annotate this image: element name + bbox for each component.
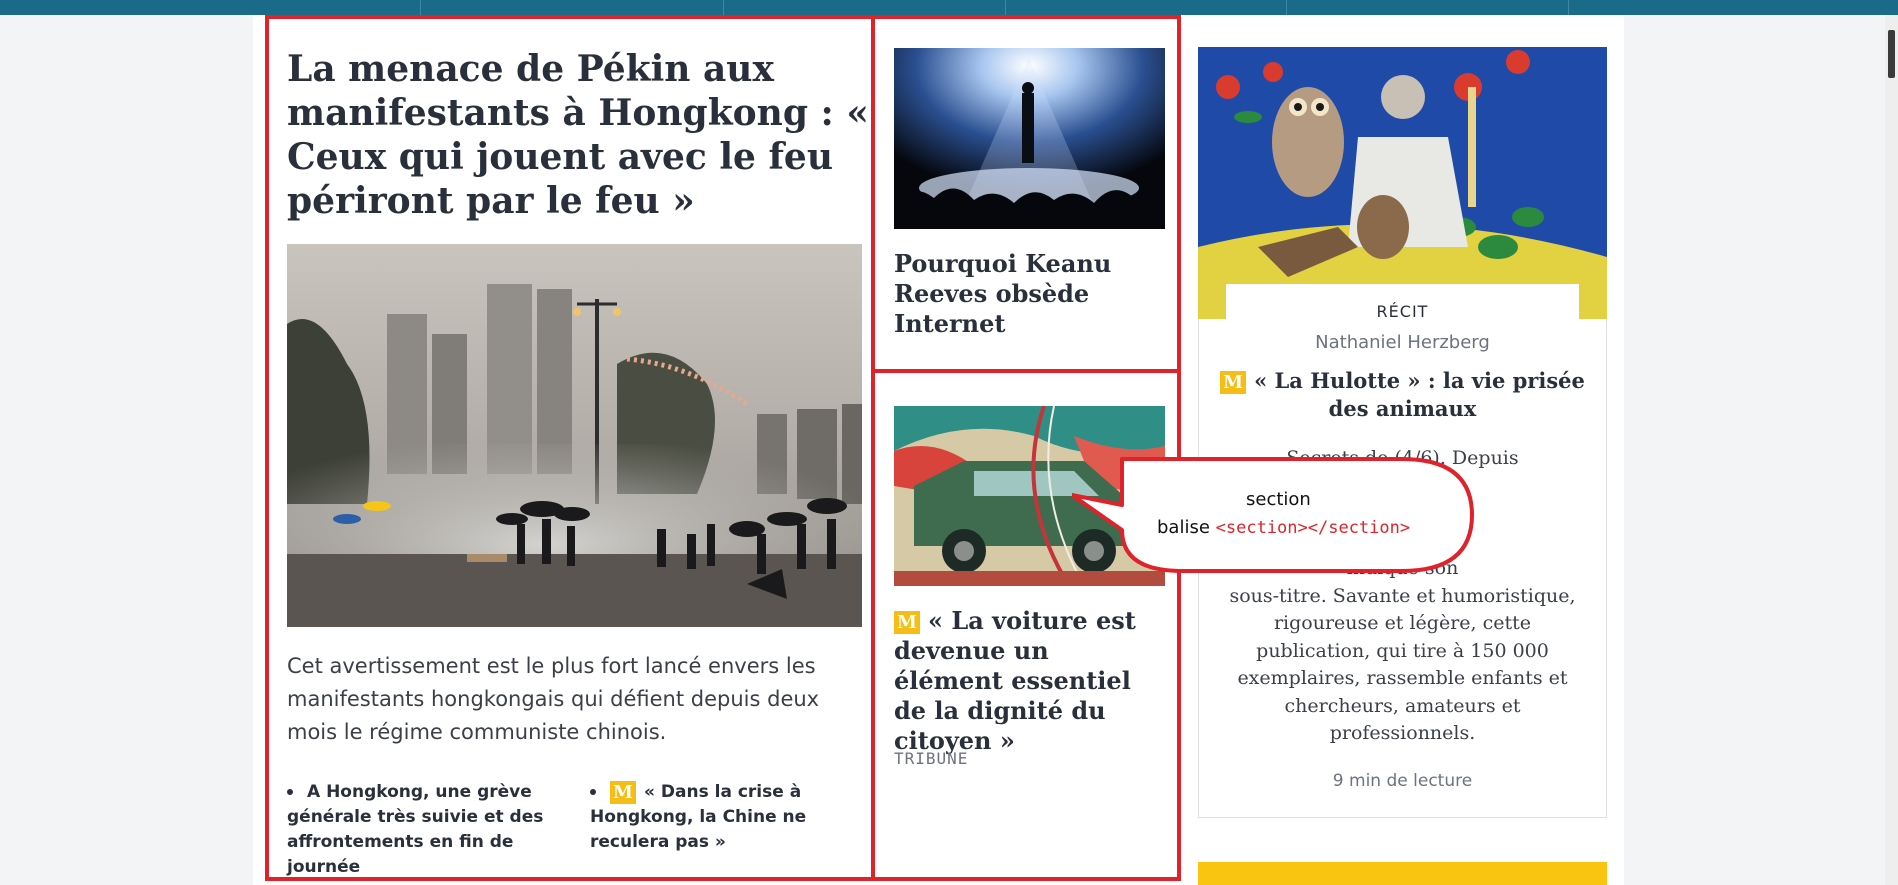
scrollbar-thumb[interactable] — [1888, 30, 1895, 78]
story-type-label: RÉCIT — [1376, 302, 1429, 321]
nav-divider — [1568, 0, 1569, 15]
le-monde-subscriber-icon: M — [1220, 371, 1247, 394]
section-outline-top-middle — [871, 15, 1181, 373]
section-outline-bottom-middle — [871, 369, 1181, 881]
story-card-title-text: « La Hulotte » : la vie prisée des anima… — [1254, 368, 1585, 421]
story-card-image[interactable] — [1198, 47, 1607, 319]
hulotte-collage-illustration — [1198, 47, 1607, 319]
summary-line: exemplaires, rassemble enfants et — [1237, 667, 1568, 689]
summary-line: rigoureuse et légère, cette — [1273, 612, 1532, 634]
scrollbar[interactable] — [1885, 15, 1898, 885]
section-outline-main — [265, 15, 875, 881]
callout-code: <section></section> — [1215, 518, 1411, 538]
story-card-title[interactable]: M « La Hulotte » : la vie prisée des anim… — [1215, 367, 1590, 423]
nav-divider — [1286, 0, 1287, 15]
story-author[interactable]: Nathaniel Herzberg — [1198, 332, 1607, 353]
summary-line: professionnels. — [1329, 722, 1476, 744]
reading-time: 9 min de lecture — [1332, 771, 1473, 791]
nav-divider — [723, 0, 724, 15]
annotation-callout-bubble — [1072, 457, 1474, 573]
summary-line: sous-titre. Savante et humoristique, — [1229, 584, 1576, 607]
yellow-promo-banner[interactable] — [1198, 862, 1607, 885]
top-navigation-bar — [0, 0, 1898, 15]
callout-prefix: balise — [1157, 517, 1216, 538]
summary-line: publication, qui tire à 150 000 — [1256, 639, 1549, 662]
summary-line: chercheurs, amateurs et — [1284, 694, 1521, 717]
nav-divider — [1005, 0, 1006, 15]
nav-divider — [420, 0, 421, 15]
callout-description: balise <section></section> — [1157, 517, 1410, 538]
callout-title: section — [1246, 489, 1311, 510]
